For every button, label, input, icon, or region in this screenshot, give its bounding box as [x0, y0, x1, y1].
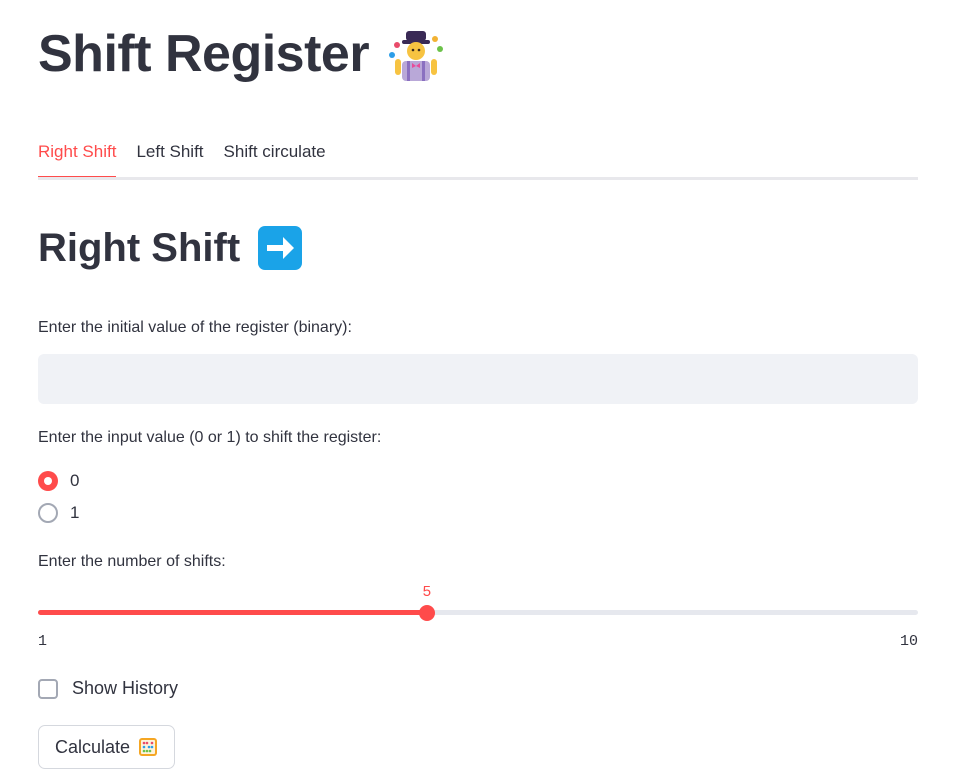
slider-current-value: 5: [422, 584, 432, 601]
calculate-button[interactable]: Calculate: [38, 725, 176, 769]
show-history-label: Show History: [72, 678, 179, 698]
register-input-label: Enter the initial value of the register …: [38, 319, 352, 336]
app-page: Shift Register Right Shift Left Shift Sh…: [0, 0, 960, 780]
slider-track[interactable]: [38, 610, 918, 615]
header: Shift Register: [38, 22, 445, 86]
radio-button-selected[interactable]: [38, 471, 58, 491]
radio-option-1[interactable]: 1: [38, 503, 79, 523]
abacus-icon: [138, 737, 158, 757]
radio-option-0[interactable]: 0: [38, 471, 79, 491]
register-value-input[interactable]: [38, 354, 918, 404]
slider-fill: [38, 610, 427, 615]
tab-left-shift[interactable]: Left Shift: [136, 138, 203, 178]
radio-option-label: 0: [70, 471, 80, 490]
tab-list: Right Shift Left Shift Shift circulate: [38, 138, 918, 179]
tab-right-shift[interactable]: Right Shift: [38, 138, 117, 179]
radio-option-label: 1: [70, 503, 80, 522]
input-value-label: Enter the input value (0 or 1) to shift …: [38, 429, 382, 446]
slider-max-label: 10: [899, 633, 918, 650]
slider-thumb[interactable]: [418, 605, 435, 621]
checkbox-box[interactable]: [38, 678, 58, 699]
tab-baseline: [38, 177, 918, 180]
section-title: Right Shift: [38, 226, 241, 270]
tab-shift-circulate[interactable]: Shift circulate: [224, 138, 326, 178]
shifts-slider-label: Enter the number of shifts:: [38, 553, 226, 570]
show-history-checkbox[interactable]: Show History: [38, 678, 178, 699]
calculate-button-label: Calculate: [55, 736, 131, 757]
slider-min-label: 1: [38, 633, 48, 650]
radio-button-unselected[interactable]: [38, 503, 58, 523]
shifts-slider[interactable]: 5 1 10: [38, 582, 918, 652]
juggling-person-icon: [387, 25, 445, 83]
tab-bar: Right Shift Left Shift Shift circulate: [38, 138, 918, 180]
page-title: Shift Register: [38, 25, 370, 83]
right-arrow-icon: [258, 226, 303, 270]
section-header: Right Shift: [38, 220, 303, 276]
